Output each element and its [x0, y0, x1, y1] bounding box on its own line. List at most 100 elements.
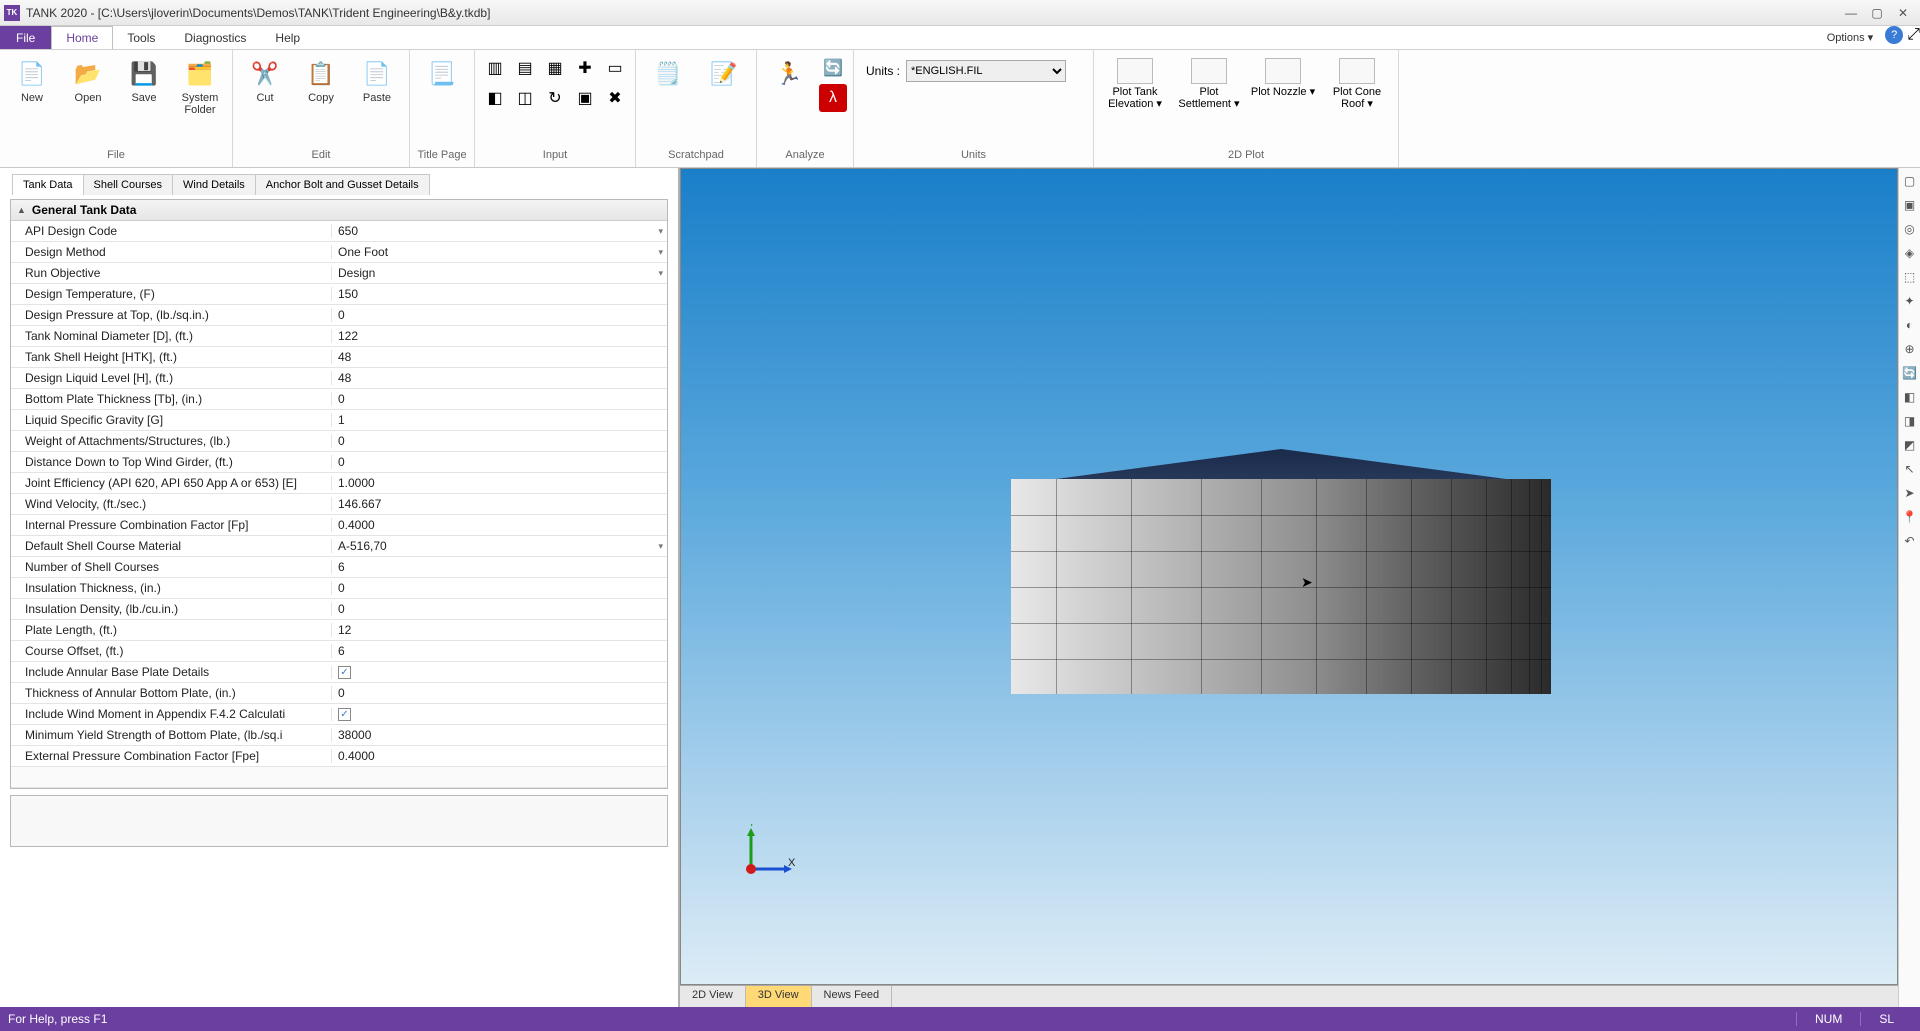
options-dropdown[interactable]: Options ▾	[1819, 26, 1882, 49]
property-row[interactable]: Design Liquid Level [H], (ft.)48	[11, 368, 667, 389]
tool-icon-6[interactable]: ✦	[1901, 292, 1919, 310]
tool-icon-7[interactable]: ◐	[1901, 316, 1919, 334]
tool-rotate-icon[interactable]: 🔄	[1901, 364, 1919, 382]
property-value[interactable]: 0	[331, 581, 667, 595]
tool-icon-2[interactable]: ▣	[1901, 196, 1919, 214]
property-row[interactable]: Default Shell Course MaterialA-516,70▾	[11, 536, 667, 557]
input-tool-2[interactable]: ▤	[511, 54, 539, 82]
tool-undo-icon[interactable]: ↶	[1901, 532, 1919, 550]
input-tool-7[interactable]: ◫	[511, 84, 539, 112]
pin-icon[interactable]: ⤢	[1907, 26, 1920, 49]
property-value[interactable]: ✓	[331, 708, 667, 721]
property-row[interactable]: Distance Down to Top Wind Girder, (ft.)0	[11, 452, 667, 473]
scratchpad-button-1[interactable]: 🗒️	[642, 54, 694, 94]
tool-icon-11[interactable]: ◨	[1901, 412, 1919, 430]
input-tool-10[interactable]: ✖	[601, 84, 629, 112]
tab-wind-details[interactable]: Wind Details	[172, 174, 256, 195]
plot-cone-roof-button[interactable]: Plot Cone Roof ▾	[1322, 54, 1392, 114]
tool-icon-1[interactable]: ▢	[1901, 172, 1919, 190]
property-value[interactable]: 0	[331, 455, 667, 469]
tool-icon-8[interactable]: ⊕	[1901, 340, 1919, 358]
property-row[interactable]: Weight of Attachments/Structures, (lb.)0	[11, 431, 667, 452]
title-page-button[interactable]: 📃	[416, 54, 468, 94]
property-value[interactable]: 12	[331, 623, 667, 637]
property-value[interactable]: 0	[331, 602, 667, 616]
paste-button[interactable]: 📄Paste	[351, 54, 403, 108]
view-tab-news[interactable]: News Feed	[812, 986, 893, 1007]
plot-nozzle-button[interactable]: Plot Nozzle ▾	[1248, 54, 1318, 102]
property-value[interactable]: 48	[331, 371, 667, 385]
property-value[interactable]: 0.4000	[331, 518, 667, 532]
file-menu[interactable]: File	[0, 26, 51, 49]
input-tool-8[interactable]: ↻	[541, 84, 569, 112]
tool-icon-10[interactable]: ◧	[1901, 388, 1919, 406]
tool-select-icon[interactable]: ↖	[1901, 460, 1919, 478]
property-row[interactable]: External Pressure Combination Factor [Fp…	[11, 746, 667, 767]
view-tab-2d[interactable]: 2D View	[680, 986, 746, 1007]
tool-icon-5[interactable]: ⬚	[1901, 268, 1919, 286]
property-value[interactable]: 150	[331, 287, 667, 301]
view-tab-3d[interactable]: 3D View	[746, 986, 812, 1007]
property-row[interactable]: Tank Shell Height [HTK], (ft.)48	[11, 347, 667, 368]
property-row[interactable]: Run ObjectiveDesign▾	[11, 263, 667, 284]
system-folder-button[interactable]: 🗂️System Folder	[174, 54, 226, 120]
tab-tank-data[interactable]: Tank Data	[12, 174, 84, 195]
property-value[interactable]: ✓	[331, 666, 667, 679]
property-row[interactable]: Joint Efficiency (API 620, API 650 App A…	[11, 473, 667, 494]
property-value[interactable]: 146.667	[331, 497, 667, 511]
property-value[interactable]: 650▾	[331, 224, 667, 238]
property-value[interactable]: 1	[331, 413, 667, 427]
property-row[interactable]: Plate Length, (ft.)12	[11, 620, 667, 641]
property-row[interactable]: Internal Pressure Combination Factor [Fp…	[11, 515, 667, 536]
property-value[interactable]: 38000	[331, 728, 667, 742]
input-tool-9[interactable]: ▣	[571, 84, 599, 112]
units-select[interactable]: *ENGLISH.FIL	[906, 60, 1066, 82]
dropdown-icon[interactable]: ▾	[658, 247, 663, 258]
property-value[interactable]: 0	[331, 686, 667, 700]
tab-tools[interactable]: Tools	[113, 26, 170, 49]
property-value[interactable]: A-516,70▾	[331, 539, 667, 553]
cut-button[interactable]: ✂️Cut	[239, 54, 291, 108]
maximize-button[interactable]: ▢	[1864, 3, 1890, 23]
tool-icon-12[interactable]: ◩	[1901, 436, 1919, 454]
property-row[interactable]: Tank Nominal Diameter [D], (ft.)122	[11, 326, 667, 347]
property-row[interactable]: Include Annular Base Plate Details✓	[11, 662, 667, 683]
close-button[interactable]: ✕	[1890, 3, 1916, 23]
tool-pin-icon[interactable]: 📍	[1901, 508, 1919, 526]
property-value[interactable]: 48	[331, 350, 667, 364]
property-row[interactable]: Design Pressure at Top, (lb./sq.in.)0	[11, 305, 667, 326]
input-tool-1[interactable]: ▥	[481, 54, 509, 82]
tool-pointer-icon[interactable]: ➤	[1901, 484, 1919, 502]
property-value[interactable]: 1.0000	[331, 476, 667, 490]
tab-help[interactable]: Help	[261, 26, 315, 49]
property-row[interactable]: Design Temperature, (F)150	[11, 284, 667, 305]
scratchpad-button-2[interactable]: 📝	[698, 54, 750, 94]
property-value[interactable]: 0	[331, 392, 667, 406]
copy-button[interactable]: 📋Copy	[295, 54, 347, 108]
analyze-refresh-icon[interactable]: 🔄	[819, 54, 847, 82]
minimize-button[interactable]: —	[1838, 3, 1864, 23]
property-row[interactable]: Insulation Thickness, (in.)0	[11, 578, 667, 599]
property-value[interactable]: 6	[331, 644, 667, 658]
checkbox-icon[interactable]: ✓	[338, 666, 351, 679]
property-row[interactable]: Course Offset, (ft.)6	[11, 641, 667, 662]
property-value[interactable]: One Foot▾	[331, 245, 667, 259]
input-tool-5[interactable]: ▭	[601, 54, 629, 82]
property-row[interactable]: Insulation Density, (lb./cu.in.)0	[11, 599, 667, 620]
property-value[interactable]: 0.4000	[331, 749, 667, 763]
viewport-3d[interactable]: ➤ Y X	[680, 168, 1898, 985]
tab-diagnostics[interactable]: Diagnostics	[170, 26, 261, 49]
property-value[interactable]: Design▾	[331, 266, 667, 280]
new-button[interactable]: 📄New	[6, 54, 58, 108]
tool-icon-3[interactable]: ◎	[1901, 220, 1919, 238]
input-tool-4[interactable]: ✚	[571, 54, 599, 82]
tab-shell-courses[interactable]: Shell Courses	[83, 174, 173, 195]
property-value[interactable]: 0	[331, 308, 667, 322]
analyze-run-button[interactable]: 🏃	[763, 54, 815, 94]
property-row[interactable]: Thickness of Annular Bottom Plate, (in.)…	[11, 683, 667, 704]
property-row[interactable]: API Design Code650▾	[11, 221, 667, 242]
property-row[interactable]: Wind Velocity, (ft./sec.)146.667	[11, 494, 667, 515]
input-tool-6[interactable]: ◧	[481, 84, 509, 112]
section-header[interactable]: ▲ General Tank Data	[11, 200, 667, 221]
property-row[interactable]: Liquid Specific Gravity [G]1	[11, 410, 667, 431]
